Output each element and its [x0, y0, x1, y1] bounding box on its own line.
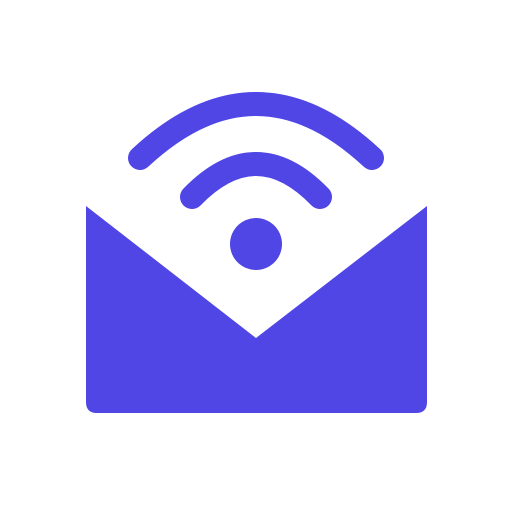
icon-canvas [0, 0, 512, 512]
wifi-outer-arc [128, 92, 384, 170]
wifi-dot [230, 218, 282, 270]
wifi-inner-arc [180, 152, 332, 209]
mail-wifi-icon [86, 92, 427, 413]
